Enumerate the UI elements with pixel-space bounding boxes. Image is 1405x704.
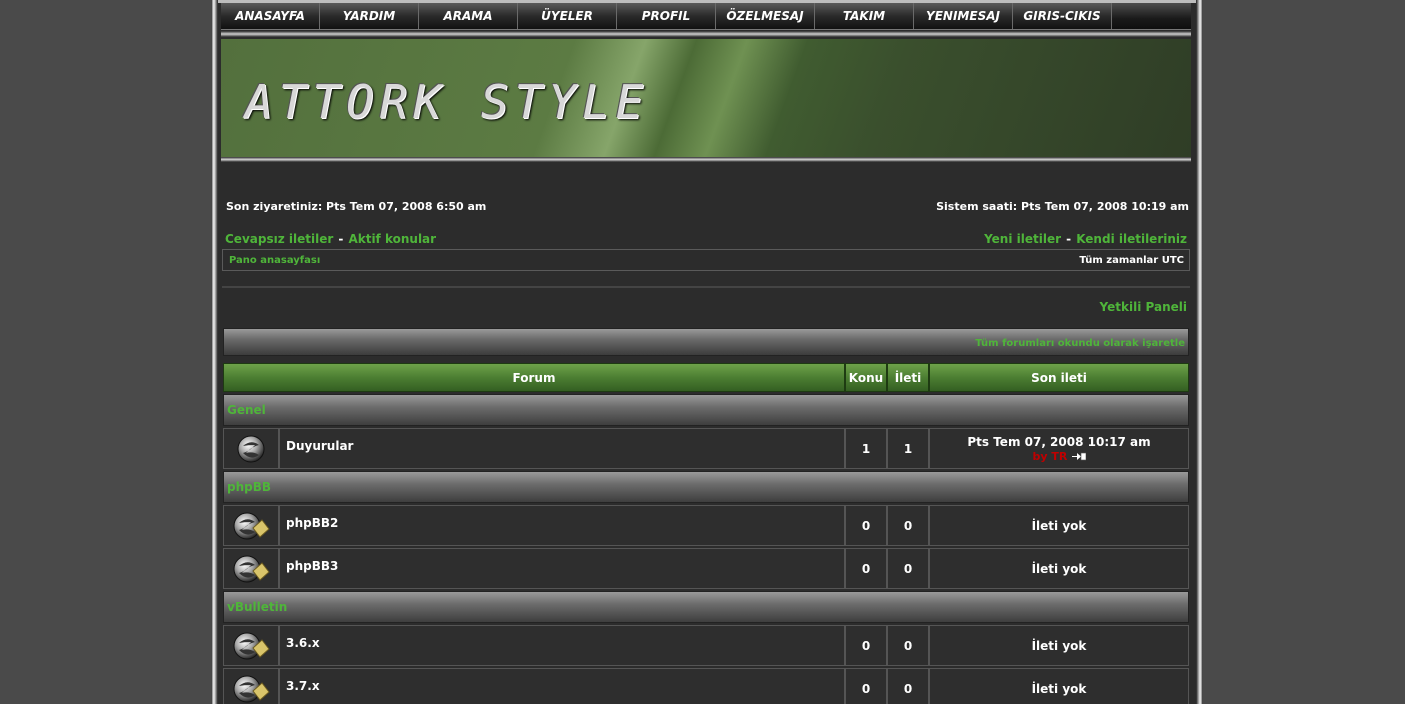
category-phpbb[interactable]: phpBB xyxy=(223,471,1189,503)
last-post-cell: Pts Tem 07, 2008 10:17 am by TR xyxy=(929,428,1189,469)
category-row: phpBB xyxy=(223,471,1189,503)
nav-login-logout[interactable]: GIRIS-CIKIS xyxy=(1013,3,1112,29)
forum-link-3-6-x[interactable]: 3.6.x xyxy=(286,636,844,650)
topic-count: 1 xyxy=(845,428,887,469)
breadcrumb: Pano anasayfası Tüm zamanlar UTC xyxy=(222,249,1190,271)
post-count: 0 xyxy=(887,625,929,666)
last-post-author[interactable]: by TR xyxy=(1032,450,1067,463)
category-vbulletin[interactable]: vBulletin xyxy=(223,591,1189,623)
post-count: 0 xyxy=(887,505,929,546)
category-row: Genel xyxy=(223,394,1189,426)
header-forum: Forum xyxy=(223,363,845,392)
topic-count: 0 xyxy=(845,625,887,666)
forum-locked-icon xyxy=(233,512,270,539)
board-index-link[interactable]: Pano anasayfası xyxy=(229,255,320,266)
forum-name-cell: phpBB3 xyxy=(279,548,845,589)
forum-status-cell xyxy=(223,625,279,666)
nav-members[interactable]: ÜYELER xyxy=(518,3,617,29)
forum-row: phpBB3 0 0 İleti yok xyxy=(223,548,1189,589)
unanswered-posts-link[interactable]: Cevapsız iletiler xyxy=(225,232,333,246)
timezone-text: Tüm zamanlar UTC xyxy=(1079,255,1184,266)
post-count: 1 xyxy=(887,428,929,469)
nav-new-message[interactable]: YENIMESAJ xyxy=(914,3,1013,29)
divider-bar xyxy=(221,31,1191,37)
nav-help[interactable]: YARDIM xyxy=(320,3,419,29)
forum-locked-icon xyxy=(233,632,270,659)
forum-row: Duyurular 1 1 Pts Tem 07, 2008 10:17 am … xyxy=(223,428,1189,469)
last-post-cell: İleti yok xyxy=(929,505,1189,546)
forum-status-cell xyxy=(223,548,279,589)
forum-name-cell: 3.6.x xyxy=(279,625,845,666)
forum-name-cell: 3.7.x xyxy=(279,668,845,704)
topic-count: 0 xyxy=(845,505,887,546)
forum-locked-icon xyxy=(233,555,270,582)
active-topics-link[interactable]: Aktif konular xyxy=(348,232,436,246)
forum-status-cell xyxy=(223,428,279,469)
forum-read-icon xyxy=(237,435,265,462)
last-post-date: Pts Tem 07, 2008 10:17 am xyxy=(967,434,1151,449)
last-post-cell: İleti yok xyxy=(929,548,1189,589)
last-post-cell: İleti yok xyxy=(929,668,1189,704)
last-post-cell: İleti yok xyxy=(929,625,1189,666)
forum-name-cell: Duyurular xyxy=(279,428,845,469)
header-posts: İleti xyxy=(887,363,929,392)
forum-status-cell xyxy=(223,668,279,704)
forum-status-cell xyxy=(223,505,279,546)
forum-link-duyurular[interactable]: Duyurular xyxy=(286,439,844,453)
view-latest-post-icon[interactable] xyxy=(1071,452,1086,461)
banner-logo: ATTORK STYLE xyxy=(245,75,650,129)
topic-count: 0 xyxy=(845,548,887,589)
forum-link-phpbb2[interactable]: phpBB2 xyxy=(286,516,844,530)
forum-row: 3.7.x 0 0 İleti yok xyxy=(223,668,1189,704)
site-banner: ATTORK STYLE xyxy=(221,39,1191,157)
nav-home[interactable]: ANASAYFA xyxy=(221,3,320,29)
header-topics: Konu xyxy=(845,363,887,392)
mark-read-bar: Tüm forumları okundu olarak işaretle xyxy=(223,328,1189,356)
separator xyxy=(222,286,1190,288)
nav-search[interactable]: ARAMA xyxy=(419,3,518,29)
last-visit-text: Son ziyaretiniz: Pts Tem 07, 2008 6:50 a… xyxy=(226,200,487,213)
nav-profile[interactable]: PROFIL xyxy=(617,3,716,29)
header-last-post: Son ileti xyxy=(929,363,1189,392)
forum-table: Forum Konu İleti Son ileti Genel Duyurul… xyxy=(223,361,1189,704)
link-separator: - xyxy=(1066,232,1072,246)
post-count: 0 xyxy=(887,548,929,589)
forum-link-3-7-x[interactable]: 3.7.x xyxy=(286,679,844,693)
forum-name-cell: phpBB2 xyxy=(279,505,845,546)
post-count: 0 xyxy=(887,668,929,704)
main-nav: ANASAYFA YARDIM ARAMA ÜYELER PROFIL ÖZEL… xyxy=(221,3,1191,30)
system-time-text: Sistem saati: Pts Tem 07, 2008 10:19 am xyxy=(936,200,1189,213)
forum-row: phpBB2 0 0 İleti yok xyxy=(223,505,1189,546)
forum-page: ANASAYFA YARDIM ARAMA ÜYELER PROFIL ÖZEL… xyxy=(218,0,1196,704)
nav-private-message[interactable]: ÖZELMESAJ xyxy=(716,3,815,29)
category-genel[interactable]: Genel xyxy=(223,394,1189,426)
forum-link-phpbb3[interactable]: phpBB3 xyxy=(286,559,844,573)
divider-bar xyxy=(221,157,1191,162)
category-row: vBulletin xyxy=(223,591,1189,623)
admin-panel-link[interactable]: Yetkili Paneli xyxy=(1100,300,1187,314)
forum-locked-icon xyxy=(233,675,270,702)
topic-count: 0 xyxy=(845,668,887,704)
nav-team[interactable]: TAKIM xyxy=(815,3,914,29)
own-posts-link[interactable]: Kendi iletileriniz xyxy=(1076,232,1187,246)
mark-forums-read-link[interactable]: Tüm forumları okundu olarak işaretle xyxy=(975,338,1185,349)
forum-row: 3.6.x 0 0 İleti yok xyxy=(223,625,1189,666)
link-separator: - xyxy=(338,232,344,246)
new-posts-link[interactable]: Yeni iletiler xyxy=(984,232,1061,246)
